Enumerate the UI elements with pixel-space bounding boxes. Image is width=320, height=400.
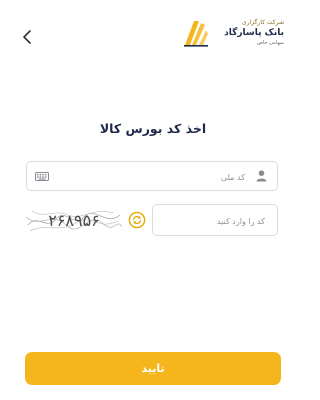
- keyboard-icon[interactable]: [35, 172, 49, 181]
- chevron-left-icon: [23, 30, 31, 44]
- back-button[interactable]: [16, 26, 38, 48]
- broker-logo: شرکت کارگزاری بانک پاسارگاد سهامی خاص: [174, 14, 284, 68]
- refresh-icon: [128, 211, 146, 229]
- national-code-input[interactable]: [61, 166, 247, 188]
- refresh-captcha-button[interactable]: [128, 211, 146, 229]
- logo-line-bank: بانک پاسارگاد: [224, 28, 284, 38]
- captcha-image[interactable]: ۲۶۸۹۵۶: [26, 205, 122, 235]
- logo-line-company: شرکت کارگزاری: [241, 19, 284, 26]
- confirm-button[interactable]: تایید: [25, 352, 281, 385]
- national-code-field[interactable]: [26, 161, 278, 191]
- logo-line-type: سهامی خاص: [256, 40, 284, 46]
- captcha-text: ۲۶۸۹۵۶: [48, 211, 100, 230]
- person-icon: [256, 170, 267, 182]
- captcha-input[interactable]: [161, 210, 267, 232]
- captcha-input-field[interactable]: [152, 204, 278, 236]
- logo-text: شرکت کارگزاری بانک پاسارگاد سهامی خاص: [210, 18, 284, 47]
- logo-mark-icon: [184, 21, 208, 47]
- page-title: اخذ کد بورس کالا: [99, 121, 207, 136]
